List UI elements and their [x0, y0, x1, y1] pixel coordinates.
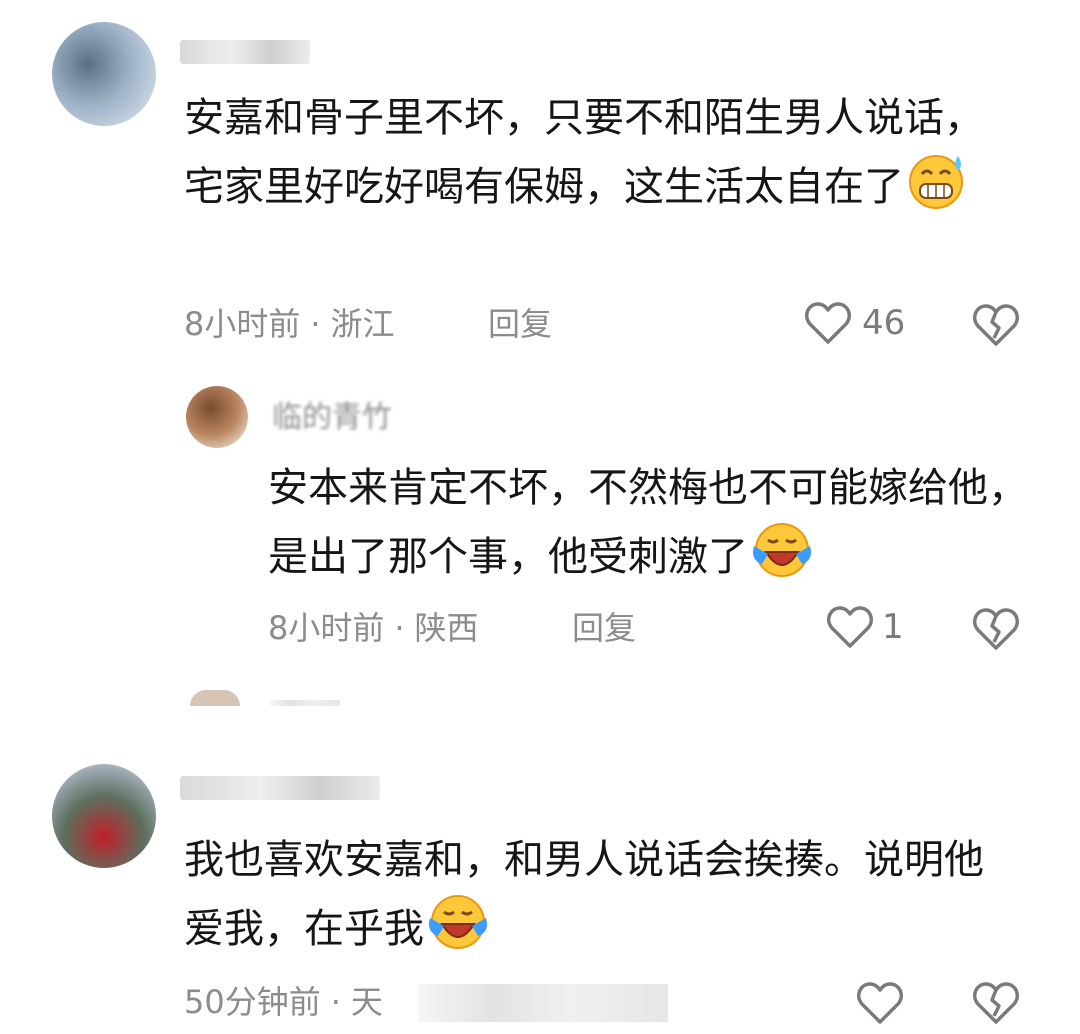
comment-location: 天	[350, 983, 383, 1021]
comment-meta: 50分钟前 · 天	[184, 983, 383, 1021]
reply-like-button[interactable]: 1	[826, 604, 904, 650]
reply-body: 安本来肯定不坏，不然梅也不可能嫁给他，是出了那个事，他受刺激了	[268, 465, 1028, 580]
reply-like-count: 1	[882, 607, 904, 647]
broken-heart-icon[interactable]	[972, 980, 1020, 1030]
reply-time: 8小时前	[268, 609, 385, 647]
comment-text: 安嘉和骨子里不坏，只要不和陌生男人说话，宅家里好吃好喝有保姆，这生活太自在了	[184, 86, 1004, 229]
heart-outline-icon	[826, 604, 874, 650]
reply-button[interactable]: 回复	[488, 304, 552, 344]
reply-meta: 8小时前 · 陕西	[268, 609, 479, 647]
comment-body: 我也喜欢安嘉和，和男人说话会挨揍。说明他爱我，在乎我	[184, 837, 984, 952]
comment-meta: 8小时前 · 浙江	[184, 305, 395, 343]
comment-body: 安嘉和骨子里不坏，只要不和陌生男人说话，宅家里好吃好喝有保姆，这生活太自在了	[184, 95, 984, 210]
reply-reply-button[interactable]: 回复	[572, 608, 636, 648]
avatar[interactable]	[52, 22, 156, 126]
username-blurred[interactable]	[180, 40, 310, 64]
comment-text: 我也喜欢安嘉和，和男人说话会挨揍。说明他爱我，在乎我	[184, 828, 1004, 971]
reply-text: 安本来肯定不坏，不然梅也不可能嫁给他，是出了那个事，他受刺激了	[268, 456, 1038, 599]
avatar[interactable]	[52, 764, 156, 868]
blurred-strip	[270, 700, 340, 706]
heart-outline-icon	[804, 300, 852, 346]
like-count: 46	[862, 303, 906, 343]
sweat-grin-emoji-icon	[906, 150, 970, 229]
reply-avatar-partial	[190, 690, 240, 706]
reply-location: 陕西	[414, 609, 479, 647]
comment-time: 50分钟前	[184, 983, 321, 1021]
comment-location: 浙江	[330, 305, 395, 343]
like-button[interactable]: 46	[804, 300, 905, 346]
heart-outline-icon[interactable]	[856, 980, 904, 1030]
reply-avatar[interactable]	[186, 386, 248, 448]
reply-username[interactable]: 临的青竹	[272, 398, 392, 438]
laughing-crying-emoji-icon	[750, 520, 814, 599]
comment-time: 8小时前	[184, 305, 301, 343]
username-blurred[interactable]	[180, 776, 380, 800]
watermark-blur	[418, 984, 668, 1022]
laughing-crying-emoji-icon	[426, 892, 490, 971]
broken-heart-icon[interactable]	[972, 302, 1020, 352]
broken-heart-icon[interactable]	[972, 606, 1020, 656]
